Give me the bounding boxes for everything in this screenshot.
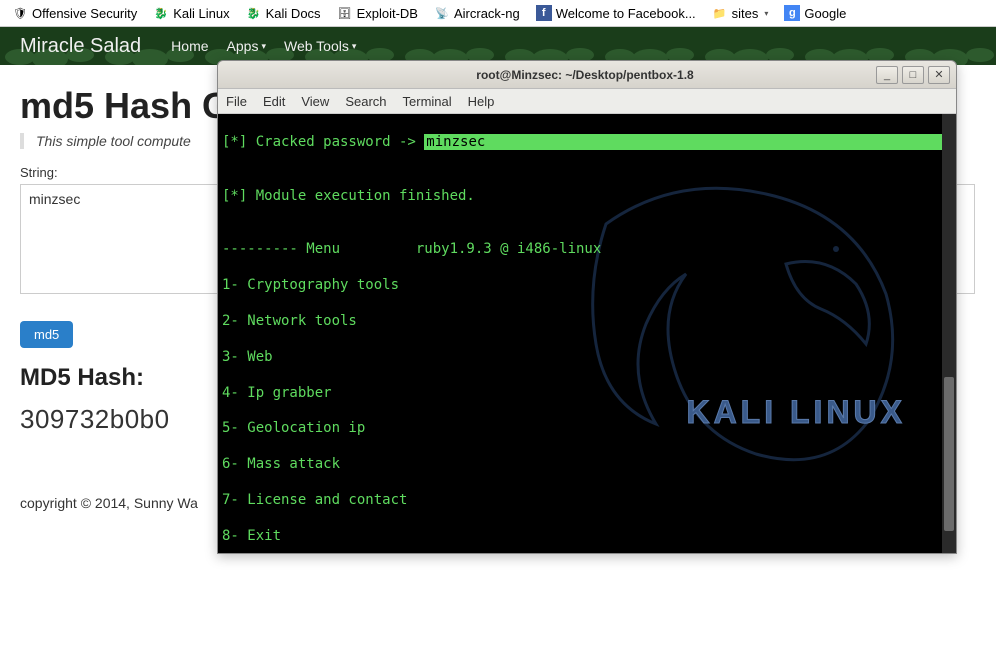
- chevron-down-icon: ▾: [352, 41, 357, 52]
- terminal-menu-option: 7- License and contact: [222, 492, 938, 510]
- site-brand[interactable]: Miracle Salad: [20, 35, 141, 58]
- terminal-menu-option: 5- Geolocation ip: [222, 420, 938, 438]
- menu-file[interactable]: File: [226, 94, 247, 109]
- bookmark-kali-docs[interactable]: 🐉 Kali Docs: [240, 3, 327, 23]
- nav-web-tools[interactable]: Web Tools ▾: [284, 38, 356, 54]
- google-icon: g: [784, 5, 800, 21]
- terminal-body[interactable]: KALI LINUX [*] Cracked password -> minzs…: [218, 114, 956, 553]
- menu-help[interactable]: Help: [468, 94, 495, 109]
- nav-label: Apps: [227, 38, 259, 54]
- terminal-output: [*] Cracked password -> minzsec [*] Modu…: [218, 114, 942, 553]
- bookmark-label: Welcome to Facebook...: [556, 6, 696, 21]
- bookmark-bar: 🛡 Offensive Security 🐉 Kali Linux 🐉 Kali…: [0, 0, 996, 27]
- bookmark-label: Kali Docs: [266, 6, 321, 21]
- terminal-menu-header: --------- Menu ruby1.9.3 @ i486-linux: [222, 241, 938, 259]
- terminal-line: [*] Module execution finished.: [222, 188, 938, 206]
- terminal-menu-option: 4- Ip grabber: [222, 385, 938, 403]
- terminal-menu-option: 1- Cryptography tools: [222, 277, 938, 295]
- nav-apps[interactable]: Apps ▾: [227, 38, 266, 54]
- bookmark-kali-linux[interactable]: 🐉 Kali Linux: [147, 3, 235, 23]
- scrollbar-thumb[interactable]: [944, 377, 954, 531]
- terminal-title: root@Minzsec: ~/Desktop/pentbox-1.8: [294, 68, 876, 82]
- bookmark-aircrack[interactable]: 📡 Aircrack-ng: [428, 3, 526, 23]
- bookmark-sites-folder[interactable]: 📁 sites ▾: [706, 3, 775, 23]
- antenna-icon: 📡: [434, 5, 450, 21]
- dragon-icon: 🐉: [153, 5, 169, 21]
- bookmark-label: Aircrack-ng: [454, 6, 520, 21]
- terminal-titlebar[interactable]: root@Minzsec: ~/Desktop/pentbox-1.8 _ □ …: [218, 61, 956, 89]
- bookmark-label: sites: [732, 6, 759, 21]
- bookmark-label: Kali Linux: [173, 6, 229, 21]
- dragon-icon: 🐉: [246, 5, 262, 21]
- nav-home[interactable]: Home: [171, 38, 208, 54]
- bookmark-label: Offensive Security: [32, 6, 137, 21]
- facebook-icon: f: [536, 5, 552, 21]
- terminal-menu-option: 2- Network tools: [222, 313, 938, 331]
- menu-edit[interactable]: Edit: [263, 94, 285, 109]
- terminal-menubar: File Edit View Search Terminal Help: [218, 89, 956, 114]
- terminal-scrollbar[interactable]: [942, 114, 956, 553]
- nav-label: Home: [171, 38, 208, 54]
- bookmark-label: Exploit-DB: [357, 6, 418, 21]
- chevron-down-icon: ▾: [261, 41, 266, 52]
- bookmark-label: Google: [804, 6, 846, 21]
- database-icon: 🗄: [337, 5, 353, 21]
- maximize-button[interactable]: □: [902, 66, 924, 84]
- shield-icon: 🛡: [12, 5, 28, 21]
- menu-view[interactable]: View: [301, 94, 329, 109]
- chevron-down-icon: ▾: [764, 9, 768, 18]
- terminal-line: [*] Cracked password -> minzsec: [222, 134, 938, 152]
- md5-button[interactable]: md5: [20, 321, 73, 348]
- nav-label: Web Tools: [284, 38, 349, 54]
- minimize-button[interactable]: _: [876, 66, 898, 84]
- menu-search[interactable]: Search: [345, 94, 386, 109]
- bookmark-offensive-security[interactable]: 🛡 Offensive Security: [6, 3, 143, 23]
- menu-terminal[interactable]: Terminal: [403, 94, 452, 109]
- folder-icon: 📁: [712, 5, 728, 21]
- terminal-menu-option: 6- Mass attack: [222, 456, 938, 474]
- close-button[interactable]: ✕: [928, 66, 950, 84]
- terminal-window[interactable]: root@Minzsec: ~/Desktop/pentbox-1.8 _ □ …: [217, 60, 957, 554]
- terminal-menu-option: 3- Web: [222, 349, 938, 367]
- bookmark-google[interactable]: g Google: [778, 3, 852, 23]
- bookmark-exploit-db[interactable]: 🗄 Exploit-DB: [331, 3, 424, 23]
- terminal-menu-option: 8- Exit: [222, 528, 938, 546]
- bookmark-facebook[interactable]: f Welcome to Facebook...: [530, 3, 702, 23]
